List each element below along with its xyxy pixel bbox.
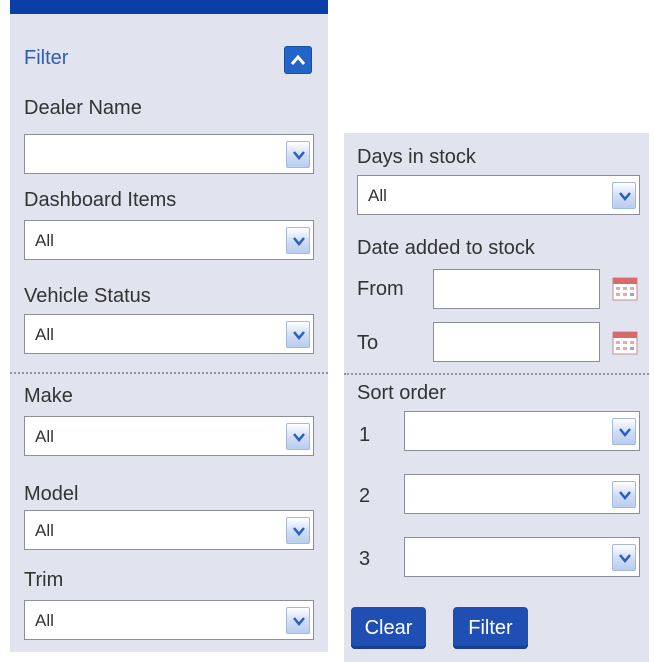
filter-panel: Filter Dealer Name Dashboard Items All V… bbox=[10, 0, 328, 652]
panel-header-bar bbox=[10, 0, 328, 14]
sort-order-number: 3 bbox=[359, 548, 371, 570]
chevron-down-icon[interactable] bbox=[612, 544, 636, 571]
calendar-icon[interactable] bbox=[612, 277, 638, 301]
days-in-stock-label: Days in stock bbox=[357, 146, 476, 168]
sort-order-1-select[interactable] bbox=[404, 411, 640, 451]
sort-order-number: 1 bbox=[359, 424, 371, 446]
chevron-up-icon bbox=[290, 54, 306, 65]
chevron-down-icon[interactable] bbox=[286, 321, 310, 348]
section-divider bbox=[10, 372, 328, 374]
model-select[interactable]: All bbox=[24, 510, 314, 550]
clear-button[interactable]: Clear bbox=[351, 607, 426, 649]
calendar-icon[interactable] bbox=[612, 331, 638, 355]
chevron-down-icon[interactable] bbox=[286, 423, 310, 450]
sort-order-2-select[interactable] bbox=[404, 474, 640, 514]
sort-order-number: 2 bbox=[359, 485, 371, 507]
chevron-down-icon[interactable] bbox=[612, 481, 636, 508]
make-label: Make bbox=[24, 385, 73, 407]
model-value: All bbox=[35, 521, 54, 540]
date-added-label: Date added to stock bbox=[357, 237, 535, 259]
chevron-down-icon[interactable] bbox=[286, 141, 310, 168]
days-in-stock-value: All bbox=[368, 186, 387, 205]
dashboard-items-value: All bbox=[35, 231, 54, 250]
chevron-down-icon[interactable] bbox=[286, 607, 310, 634]
chevron-down-icon[interactable] bbox=[612, 418, 636, 445]
dashboard-items-label: Dashboard Items bbox=[24, 189, 177, 211]
dashboard-items-select[interactable]: All bbox=[24, 220, 314, 260]
make-value: All bbox=[35, 427, 54, 446]
filter-button[interactable]: Filter bbox=[453, 607, 528, 649]
stock-filter-panel: Days in stock All Date added to stock Fr… bbox=[344, 133, 649, 662]
trim-select[interactable]: All bbox=[24, 600, 314, 640]
dealer-name-select[interactable] bbox=[24, 134, 314, 174]
chevron-down-icon[interactable] bbox=[612, 182, 636, 209]
collapse-button[interactable] bbox=[284, 46, 312, 74]
filter-title: Filter bbox=[24, 47, 69, 69]
from-label: From bbox=[357, 278, 404, 300]
vehicle-status-value: All bbox=[35, 325, 54, 344]
sort-order-3-select[interactable] bbox=[404, 537, 640, 577]
trim-value: All bbox=[35, 611, 54, 630]
make-select[interactable]: All bbox=[24, 416, 314, 456]
model-label: Model bbox=[24, 483, 79, 505]
section-divider bbox=[344, 373, 649, 375]
chevron-down-icon[interactable] bbox=[286, 227, 310, 254]
dealer-name-label: Dealer Name bbox=[24, 97, 142, 119]
days-in-stock-select[interactable]: All bbox=[357, 175, 640, 215]
chevron-down-icon[interactable] bbox=[286, 517, 310, 544]
sort-order-label: Sort order bbox=[357, 382, 446, 404]
to-date-input[interactable] bbox=[433, 322, 600, 362]
vehicle-status-select[interactable]: All bbox=[24, 314, 314, 354]
to-label: To bbox=[357, 332, 379, 354]
trim-label: Trim bbox=[24, 569, 64, 591]
vehicle-status-label: Vehicle Status bbox=[24, 285, 151, 307]
from-date-input[interactable] bbox=[433, 269, 600, 309]
